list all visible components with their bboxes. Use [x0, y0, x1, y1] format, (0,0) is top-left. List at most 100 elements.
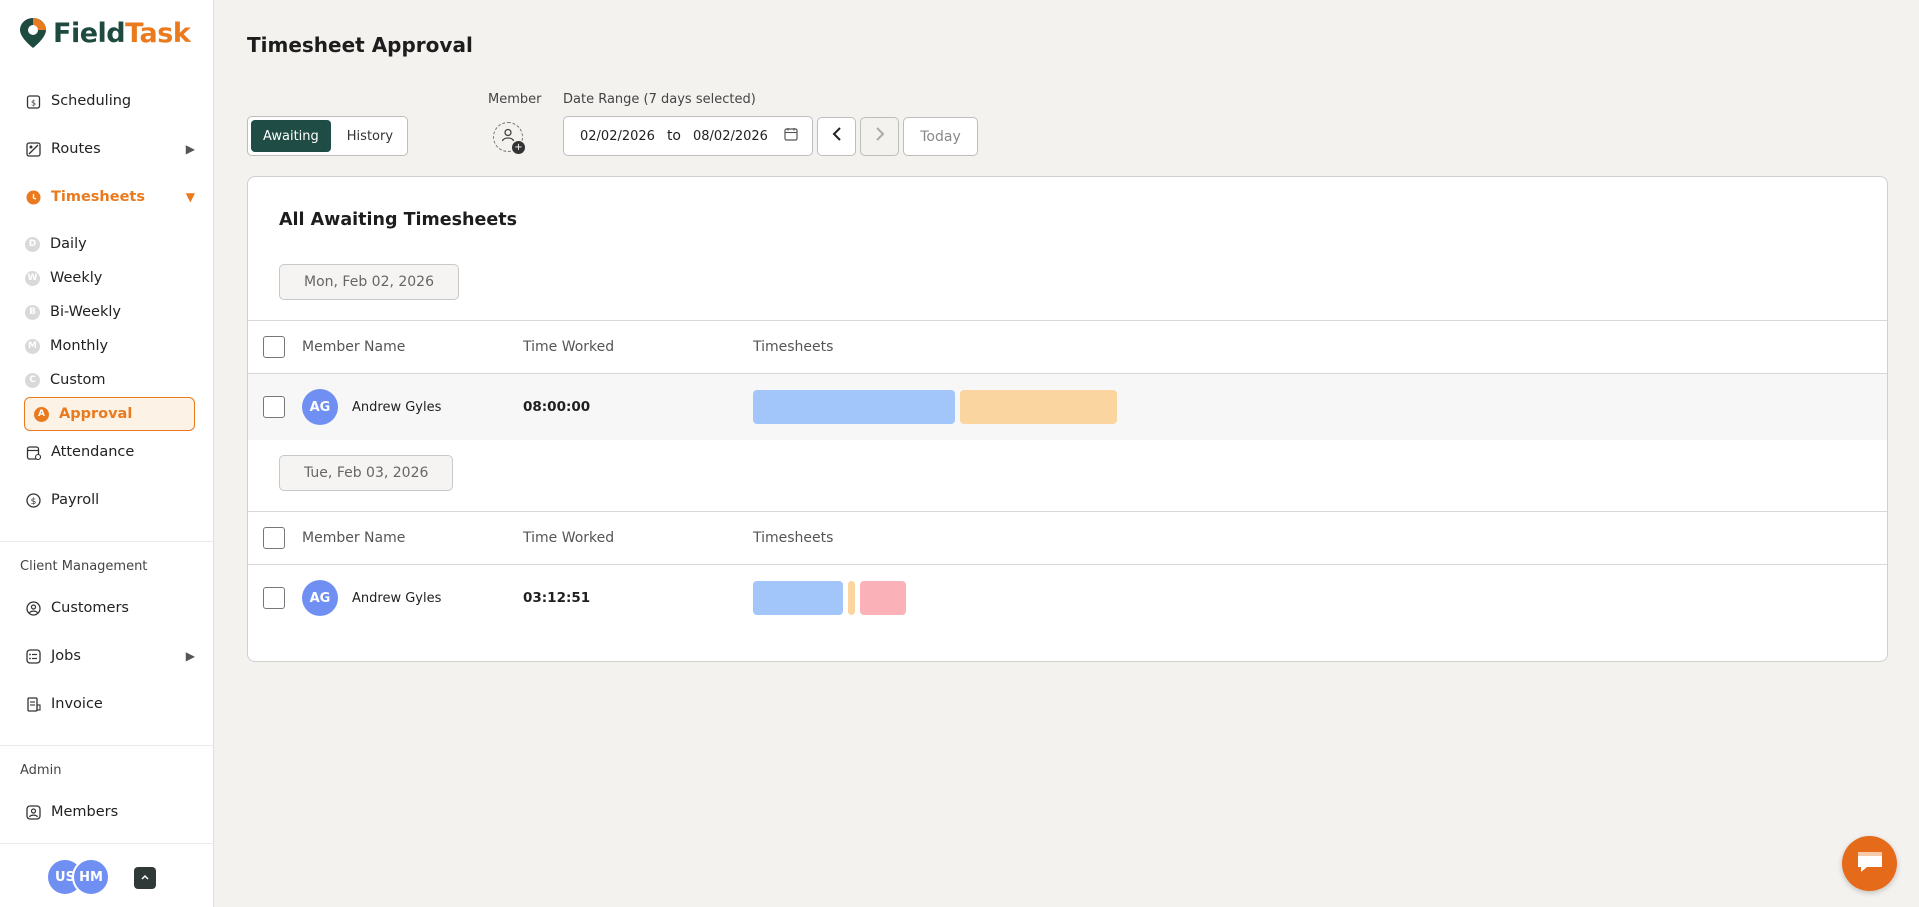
avatar[interactable]: HM [72, 858, 110, 896]
select-all-checkbox[interactable] [263, 527, 285, 549]
date-group-chip: Mon, Feb 02, 2026 [279, 264, 459, 300]
calendar-icon[interactable] [784, 127, 798, 145]
nav-payroll[interactable]: $ Payroll [25, 483, 195, 517]
date-to[interactable]: 08/02/2026 [693, 129, 768, 144]
table-header: Member Name Time Worked Timesheets [248, 511, 1887, 565]
logo-pin-icon [20, 18, 46, 48]
customer-icon [25, 600, 41, 616]
nav-members[interactable]: Members [25, 795, 195, 829]
timesheet-entry-bar[interactable] [860, 581, 906, 615]
sub-biweekly[interactable]: B Bi-Weekly [25, 297, 195, 327]
chat-support-button[interactable] [1842, 836, 1897, 891]
sidebar: FieldTask $ Scheduling Routes ▶ Timeshee… [0, 0, 214, 907]
member-cell: AG Andrew Gyles [302, 389, 441, 425]
sub-label: Weekly [50, 270, 103, 286]
logo[interactable]: FieldTask [19, 16, 191, 50]
members-icon [25, 804, 41, 820]
nav-label: Timesheets [51, 189, 145, 205]
timesheet-entry-bar[interactable] [753, 390, 955, 424]
awaiting-tab[interactable]: Awaiting [251, 120, 331, 152]
nav-label: Routes [51, 141, 101, 157]
col-member-name: Member Name [302, 530, 406, 546]
sub-label: Custom [50, 372, 106, 388]
date-range-label: Date Range (7 days selected) [563, 92, 756, 107]
monthly-badge: M [25, 338, 40, 354]
member-name: Andrew Gyles [352, 399, 442, 415]
user-avatars[interactable]: US HM [46, 858, 110, 896]
logo-text: FieldTask [53, 17, 191, 49]
custom-badge: C [25, 372, 40, 388]
approval-badge: A [34, 406, 49, 422]
nav-label: Payroll [51, 492, 100, 508]
nav-label: Attendance [51, 444, 135, 460]
select-all-checkbox[interactable] [263, 336, 285, 358]
table-header: Member Name Time Worked Timesheets [248, 320, 1887, 374]
svg-text:$: $ [30, 98, 35, 107]
next-range-button[interactable] [860, 117, 899, 156]
plus-icon: + [512, 141, 525, 154]
chevron-up-icon [140, 872, 150, 885]
nav-customers[interactable]: Customers [25, 591, 195, 625]
nav-timesheets[interactable]: Timesheets ▼ [25, 180, 195, 214]
nav-label: Invoice [51, 696, 103, 712]
nav-label: Members [51, 804, 119, 820]
nav-label: Scheduling [51, 93, 132, 109]
biweekly-badge: B [25, 304, 40, 320]
page-title: Timesheet Approval [247, 33, 473, 57]
clock-icon [25, 189, 41, 205]
member-select-button[interactable]: + [493, 122, 525, 154]
chevron-left-icon [831, 126, 843, 147]
avatar: AG [302, 389, 338, 425]
col-timesheets: Timesheets [753, 339, 834, 355]
nav-invoice[interactable]: Invoice [25, 687, 195, 721]
sub-label: Bi-Weekly [50, 304, 121, 320]
invoice-icon [25, 696, 41, 712]
row-checkbox[interactable] [263, 587, 285, 609]
sidebar-divider [0, 843, 214, 844]
chat-bubble-icon [1855, 849, 1885, 879]
date-to-word: to [666, 128, 681, 144]
date-group-chip: Tue, Feb 03, 2026 [279, 455, 454, 491]
weekly-badge: W [25, 270, 40, 286]
sub-custom[interactable]: C Custom [25, 365, 195, 395]
time-worked: 08:00:00 [523, 399, 591, 415]
avatar: AG [302, 580, 338, 616]
caret-right-icon: ▶ [185, 142, 195, 156]
sub-weekly[interactable]: W Weekly [25, 263, 195, 293]
client-section-label: Client Management [20, 559, 148, 574]
timesheet-entry-bar[interactable] [753, 581, 843, 615]
timesheet-bars [753, 581, 906, 615]
date-range-picker[interactable]: 02/02/2026 to 08/02/2026 [563, 116, 813, 156]
col-member-name: Member Name [302, 339, 406, 355]
status-toggle: Awaiting History [247, 116, 408, 156]
timesheet-entry-bar[interactable] [848, 581, 855, 615]
sub-monthly[interactable]: M Monthly [25, 331, 195, 361]
chevron-right-icon [874, 126, 886, 147]
sub-label: Monthly [50, 338, 109, 354]
row-checkbox[interactable] [263, 396, 285, 418]
member-label: Member [488, 92, 542, 107]
date-from[interactable]: 02/02/2026 [580, 129, 655, 144]
nav-label: Customers [51, 600, 129, 616]
sub-daily[interactable]: D Daily [25, 229, 195, 259]
nav-scheduling[interactable]: $ Scheduling [25, 84, 195, 118]
svg-text:$: $ [30, 497, 36, 507]
nav-attendance[interactable]: Attendance [25, 435, 195, 469]
today-button[interactable]: Today [903, 117, 978, 156]
nav-routes[interactable]: Routes ▶ [25, 132, 195, 166]
sub-label: Daily [50, 236, 87, 252]
sub-approval[interactable]: A Approval [24, 397, 195, 431]
member-name: Andrew Gyles [352, 590, 442, 606]
card-title: All Awaiting Timesheets [279, 210, 518, 230]
calendar-dollar-icon: $ [25, 93, 41, 109]
sub-label: Approval [59, 406, 133, 422]
table-row[interactable]: AG Andrew Gyles 08:00:00 [248, 374, 1887, 440]
timesheet-entry-bar[interactable] [960, 390, 1117, 424]
expand-button[interactable] [134, 867, 156, 889]
history-tab[interactable]: History [335, 120, 405, 152]
timesheet-bars [753, 390, 1117, 424]
caret-right-icon: ▶ [185, 649, 195, 663]
prev-range-button[interactable] [817, 117, 856, 156]
table-row[interactable]: AG Andrew Gyles 03:12:51 [248, 565, 1887, 631]
nav-jobs[interactable]: Jobs ▶ [25, 639, 195, 673]
